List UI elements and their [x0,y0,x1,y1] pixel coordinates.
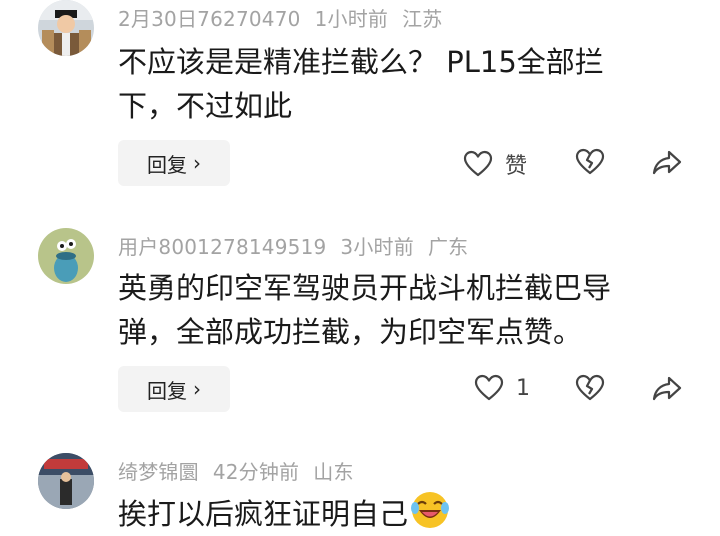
share-icon [652,376,682,401]
comment-text: 不应该是是精准拦截么？ PL15全部拦 下，不过如此 [118,40,678,128]
heart-icon [474,374,504,401]
chevron-right-icon: › [193,377,201,401]
comment-meta: 2月30日76270470 1小时前 江苏 [118,3,457,32]
comment-text: 挨打以后疯狂证明自己 [118,490,678,536]
comment-location: 广东 [427,235,469,259]
comment-location: 山东 [313,460,354,484]
reply-label: 回复 [147,378,187,403]
comment-time: 1小时前 [314,7,389,31]
comment-text-line: 挨打以后疯狂证明自己 [118,497,409,531]
comment-time: 42分钟前 [212,460,300,484]
like-label: 赞 [505,154,528,179]
reply-label: 回复 [147,152,187,177]
heart-icon [463,150,493,177]
like-count: 1 [516,375,530,401]
reply-button[interactable]: 回复 › [118,366,230,412]
broken-heart-icon [575,148,605,175]
dislike-button[interactable] [575,148,605,176]
comment-time: 3小时前 [340,235,414,259]
comment-text: 英勇的印空军驾驶员开战斗机拦截巴导 弹，全部成功拦截，为印空军点赞。 [118,266,678,354]
username[interactable]: 绮梦锦圜 [118,460,199,484]
share-icon [652,150,682,175]
share-button[interactable] [652,150,682,176]
comment-text-line: 英勇的印空军驾驶员开战斗机拦截巴导 [118,271,612,305]
comment-text-line: 下，不过如此 [118,89,293,123]
username[interactable]: 2月30日76270470 [118,7,301,31]
username[interactable]: 用户8001278149519 [118,235,326,259]
laughing-emoji-icon [411,492,450,528]
share-button[interactable] [652,376,682,402]
comment-text-line: 弹，全部成功拦截，为印空军点赞。 [118,315,583,349]
like-button[interactable]: 1 [474,374,530,402]
comment-location: 江苏 [402,7,443,31]
dislike-button[interactable] [575,374,605,402]
like-button[interactable]: 赞 [463,148,527,180]
comment-text-line: 不应该是是精准拦截么？ PL15全部拦 [118,45,604,79]
avatar[interactable] [38,0,94,56]
avatar[interactable] [38,453,94,509]
reply-button[interactable]: 回复 › [118,140,230,186]
comment-meta: 用户8001278149519 3小时前 广东 [118,231,482,260]
comment-meta: 绮梦锦圜 42分钟前 山东 [118,456,368,485]
broken-heart-icon [575,374,605,401]
avatar[interactable] [38,228,94,284]
chevron-right-icon: › [193,151,201,175]
